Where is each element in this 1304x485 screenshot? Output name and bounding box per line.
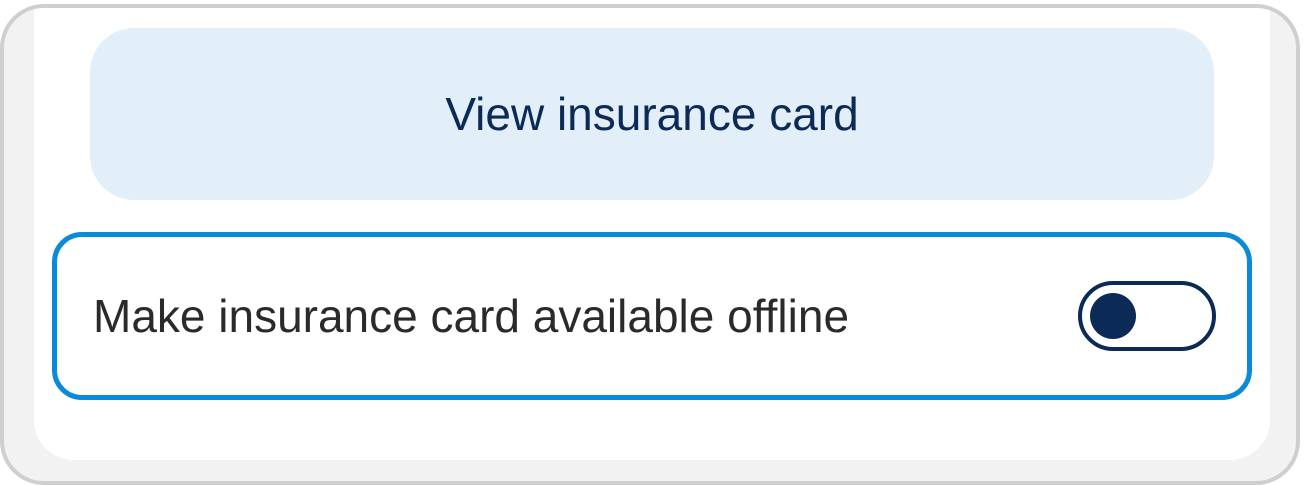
offline-setting-row: Make insurance card available offline <box>52 232 1252 400</box>
offline-toggle-switch[interactable] <box>1078 281 1216 351</box>
view-insurance-card-button[interactable]: View insurance card <box>90 28 1214 200</box>
offline-setting-label: Make insurance card available offline <box>93 290 850 342</box>
toggle-knob <box>1090 293 1136 339</box>
